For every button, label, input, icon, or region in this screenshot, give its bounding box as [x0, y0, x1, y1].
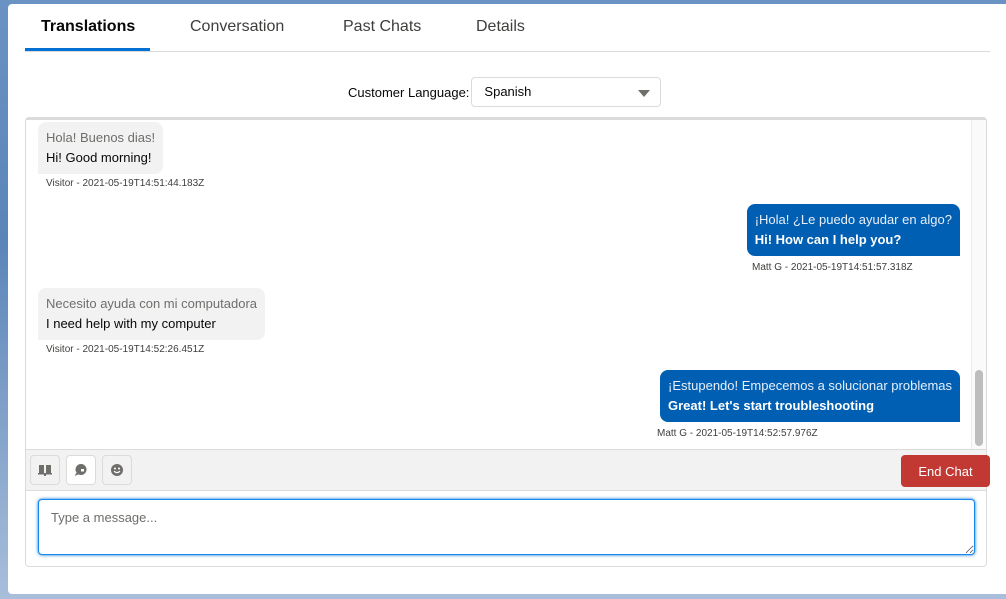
quick-text-button[interactable] — [66, 455, 96, 485]
visitor-message: Hola! Buenos dias! Hi! Good morning! — [38, 122, 164, 174]
message-original: ¡Hola! ¿Le puedo ayudar en algo? — [754, 212, 952, 227]
customer-language-select[interactable]: Spanish — [471, 77, 662, 107]
message-meta: Visitor - 2021-05-19T14:51:44.183Z — [46, 178, 205, 189]
message-translation: I need help with my computer — [46, 316, 216, 331]
message-scrollbar[interactable] — [971, 120, 986, 451]
agent-message: ¡Estupendo! Empecemos a solucionar probl… — [660, 370, 960, 422]
message-original: Necesito ayuda con mi computadora — [46, 296, 258, 311]
customer-language-value: Spanish — [484, 84, 532, 99]
message-meta: Matt G - 2021-05-19T14:52:57.976Z — [657, 428, 818, 439]
message-meta: Matt G - 2021-05-19T14:51:57.318Z — [752, 262, 913, 273]
active-tab-indicator — [25, 48, 150, 51]
end-chat-button[interactable]: End Chat — [901, 455, 990, 487]
message-original: Hola! Buenos dias! — [46, 130, 156, 145]
chat-panel: Translations Conversation Past Chats Det… — [8, 4, 1006, 594]
customer-language-row: Customer Language: Spanish — [348, 76, 662, 108]
visitor-message: Necesito ayuda con mi computadora I need… — [38, 288, 266, 340]
message-original: ¡Estupendo! Empecemos a solucionar probl… — [668, 378, 952, 393]
tab-past-chats[interactable]: Past Chats — [343, 18, 421, 36]
tab-bar: Translations Conversation Past Chats Det… — [25, 4, 990, 52]
knowledge-book-icon — [38, 465, 52, 476]
message-input[interactable] — [38, 499, 975, 555]
chevron-down-icon — [638, 90, 651, 97]
chat-bubble-icon — [75, 464, 87, 476]
chat-box: Hola! Buenos dias! Hi! Good morning! Vis… — [25, 117, 990, 567]
chat-toolbar: End Chat — [26, 449, 990, 490]
message-meta: Visitor - 2021-05-19T14:52:26.451Z — [46, 344, 205, 355]
customer-language-label: Customer Language: — [348, 84, 470, 100]
message-translation: Hi! Good morning! — [46, 150, 152, 165]
scrollbar-thumb[interactable] — [975, 370, 983, 446]
composer — [26, 490, 986, 567]
message-translation: Hi! How can I help you? — [754, 232, 902, 247]
message-list: Hola! Buenos dias! Hi! Good morning! Vis… — [26, 118, 986, 451]
agent-message: ¡Hola! ¿Le puedo ayudar en algo? Hi! How… — [746, 204, 960, 256]
tab-details[interactable]: Details — [476, 18, 525, 36]
tab-translations[interactable]: Translations — [41, 18, 135, 36]
message-translation: Great! Let's start troubleshooting — [668, 398, 875, 413]
tab-conversation[interactable]: Conversation — [190, 18, 284, 36]
emoji-button[interactable] — [102, 455, 132, 485]
emoji-icon — [111, 464, 123, 476]
knowledge-button[interactable] — [30, 455, 60, 485]
